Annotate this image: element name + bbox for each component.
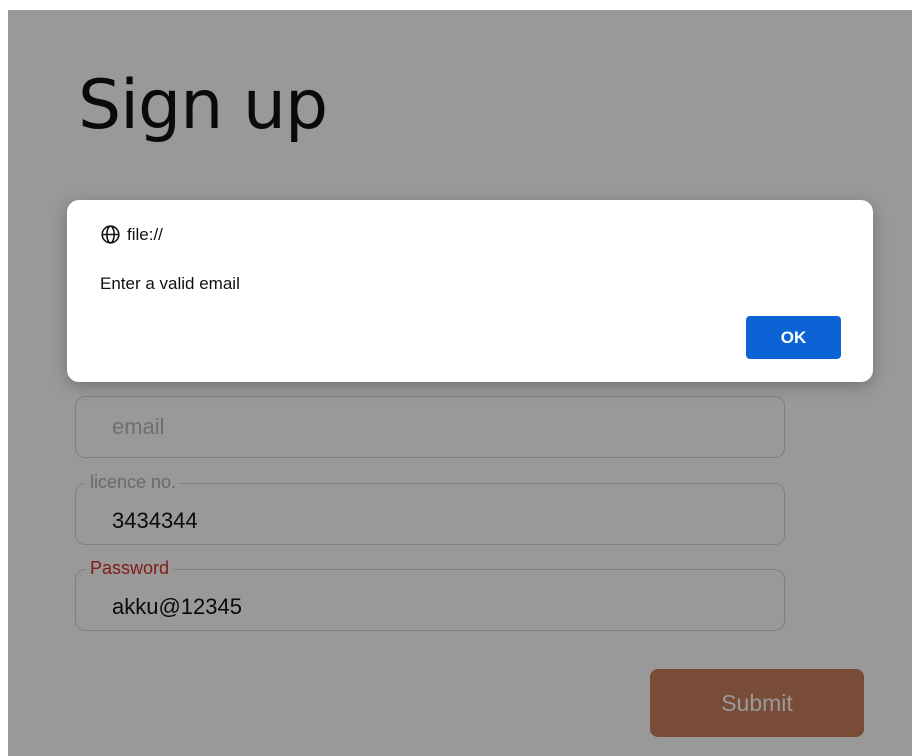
ok-button[interactable]: OK [746,316,841,359]
alert-dialog: file:// Enter a valid email OK [67,200,873,382]
modal-backdrop [8,10,912,756]
dialog-message: Enter a valid email [100,274,240,293]
globe-icon [101,225,120,244]
browser-viewport: Sign up licence no. Password Submit file… [8,10,912,756]
dialog-origin-text: file:// [127,224,163,244]
dialog-origin: file:// [100,224,163,245]
